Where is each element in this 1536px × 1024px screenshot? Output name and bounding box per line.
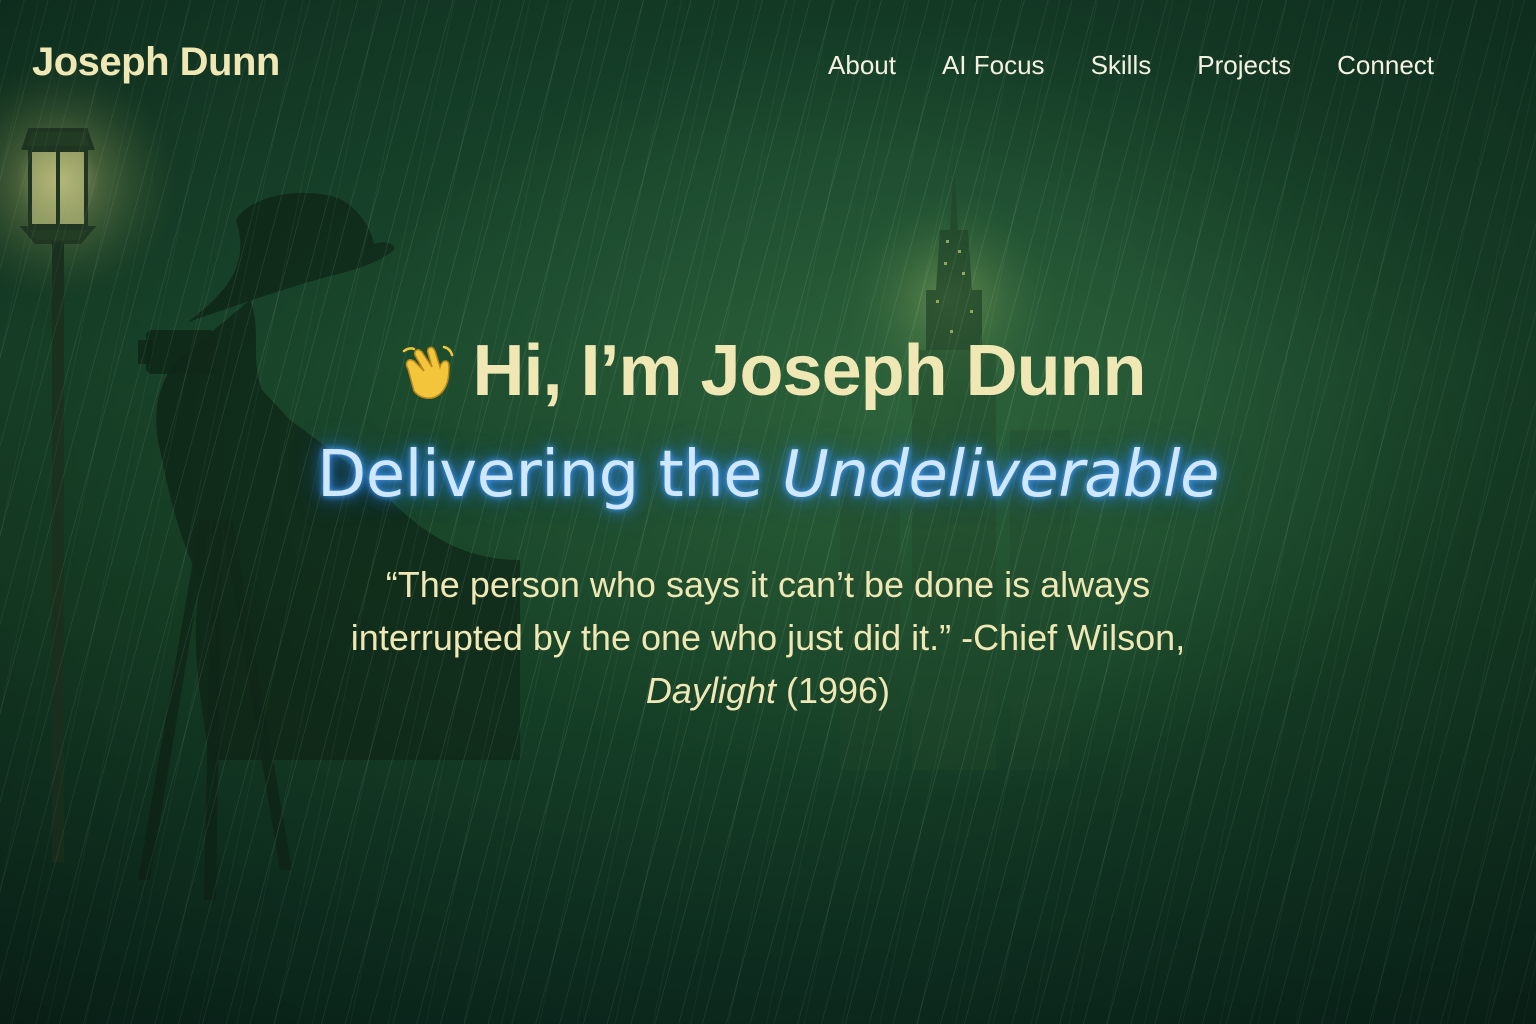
tagline-part-1: Delivering the <box>317 438 782 512</box>
hero-quote: “The person who says it can’t be done is… <box>338 558 1198 717</box>
hero-headline: Hi, I’m Joseph Dunn <box>472 331 1146 411</box>
top-navigation: Joseph Dunn About AI Focus Skills Projec… <box>0 0 1536 130</box>
hero-section: Joseph Dunn About AI Focus Skills Projec… <box>0 0 1536 1024</box>
waving-hand-icon <box>403 345 454 399</box>
hero-tagline: Delivering the Undeliverable <box>0 438 1536 512</box>
hero-greeting: Hi, I’m Joseph Dunn <box>394 330 1147 412</box>
quote-year: (1996) <box>775 670 891 711</box>
nav-link-about[interactable]: About <box>828 50 896 81</box>
brand-logo-link[interactable]: Joseph Dunn <box>32 40 280 85</box>
nav-link-connect[interactable]: Connect <box>1337 50 1434 81</box>
tagline-part-2: Undeliverable <box>781 438 1220 512</box>
nav-link-skills[interactable]: Skills <box>1091 50 1152 81</box>
quote-text: “The person who says it can’t be done is… <box>350 564 1186 658</box>
nav-links: About AI Focus Skills Projects Connect <box>828 50 1434 81</box>
nav-link-ai-focus[interactable]: AI Focus <box>942 50 1045 81</box>
nav-link-projects[interactable]: Projects <box>1197 50 1291 81</box>
hero-content: Hi, I’m Joseph Dunn Delivering the Undel… <box>0 330 1536 717</box>
quote-film-title: Daylight <box>645 670 776 711</box>
